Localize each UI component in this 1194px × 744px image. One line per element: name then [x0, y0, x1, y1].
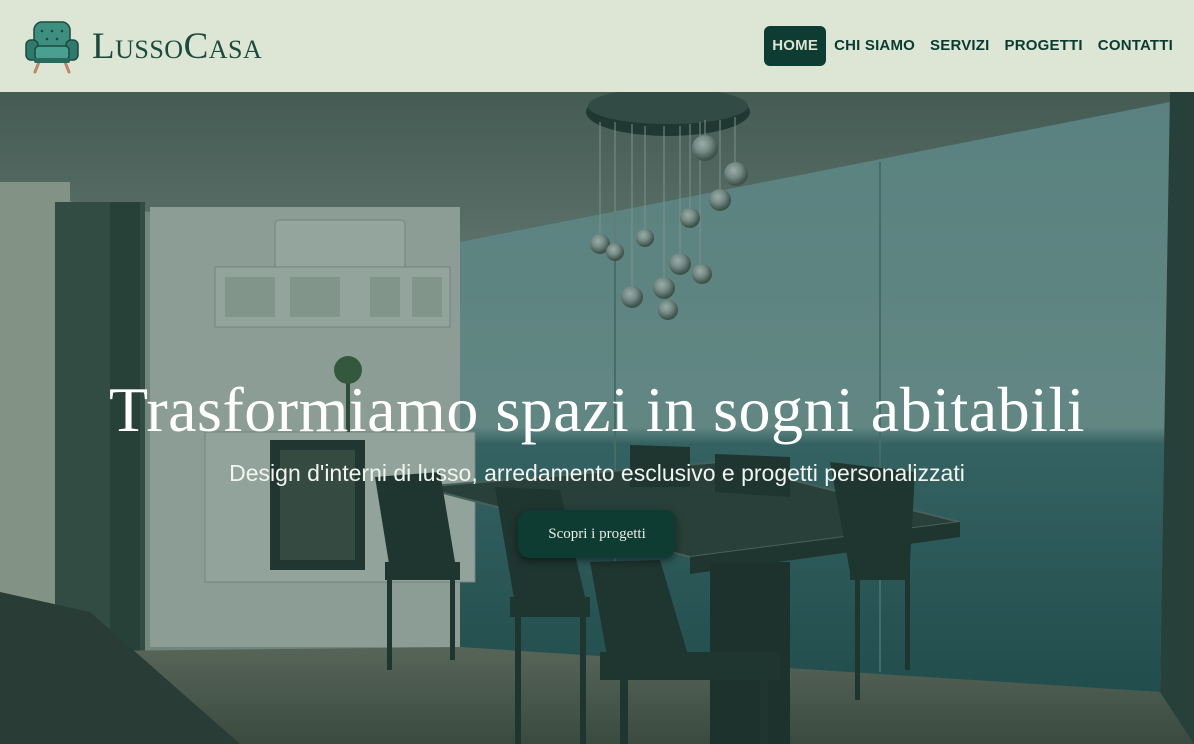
nav-item-contatti[interactable]: CONTATTI: [1091, 26, 1180, 66]
brand-logo-link[interactable]: LussoCasa: [24, 18, 262, 74]
nav-item-servizi[interactable]: SERVIZI: [923, 26, 996, 66]
site-header: LussoCasa HOME CHI SIAMO SERVIZI PROGETT…: [0, 0, 1194, 92]
page: LussoCasa HOME CHI SIAMO SERVIZI PROGETT…: [0, 0, 1194, 744]
brand-name: LussoCasa: [92, 25, 263, 67]
hero-title: Trasformiamo spazi in sogni abitabili: [108, 374, 1086, 445]
armchair-icon: [25, 21, 79, 74]
hero-subtitle: Design d'interni di lusso, arredamento e…: [229, 460, 965, 486]
nav-item-home[interactable]: HOME: [764, 26, 827, 66]
nav-item-chi-siamo[interactable]: CHI SIAMO: [827, 26, 922, 66]
nav-item-progetti[interactable]: PROGETTI: [998, 26, 1090, 66]
hero-section: Trasformiamo spazi in sogni abitabili De…: [0, 92, 1194, 744]
discover-projects-button[interactable]: Scopri i progetti: [518, 510, 676, 558]
main-nav: HOME CHI SIAMO SERVIZI PROGETTI CONTATTI: [763, 26, 1180, 66]
